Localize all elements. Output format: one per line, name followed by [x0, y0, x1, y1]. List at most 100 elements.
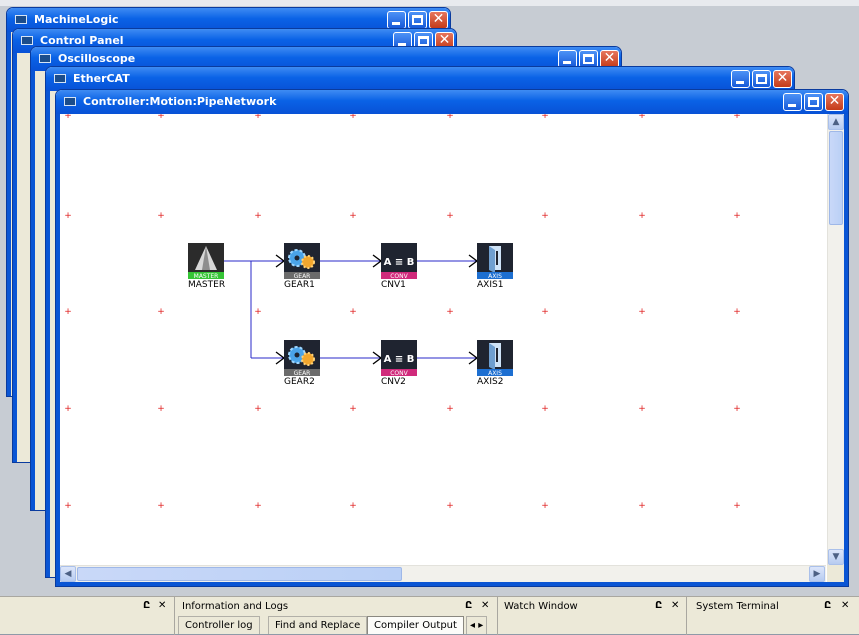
node-axis1[interactable]: AXIS — [477, 243, 513, 279]
close-button[interactable]: ✕ — [825, 93, 844, 111]
node-label: AXIS2 — [477, 377, 504, 387]
node-badge: AXIS — [488, 370, 502, 376]
window-pipe-network[interactable]: Controller:Motion:PipeNetwork ✕ + + + + + + + +… — [55, 89, 849, 587]
node-label: GEAR1 — [284, 280, 315, 290]
node-master[interactable]: MASTER — [188, 243, 224, 279]
svg-text:A ≡ B: A ≡ B — [384, 257, 415, 268]
window-icon — [39, 54, 51, 63]
node-badge: MASTER — [194, 273, 219, 279]
tab-find-and-replace[interactable]: Find and Replace — [268, 616, 368, 634]
tab-scroll-arrows[interactable]: ◂ ▸ — [466, 616, 488, 634]
information-and-logs-header: Information and Logs Ը ✕ — [174, 597, 497, 616]
node-axis2[interactable]: AXIS — [477, 340, 513, 376]
window-pipe-network-titlebar[interactable]: Controller:Motion:PipeNetwork ✕ — [56, 90, 848, 114]
minimize-icon — [788, 104, 796, 107]
minimize-button[interactable] — [731, 70, 750, 88]
window-frame-bottom — [56, 582, 848, 586]
dock-panel: Ը ✕ Information and Logs Ը ✕ Controller … — [0, 596, 859, 635]
close-icon[interactable]: ✕ — [671, 600, 679, 611]
minimize-button[interactable] — [783, 93, 802, 111]
window-title: EtherCAT — [73, 72, 130, 85]
conv-icon: A ≡ B CONV — [381, 243, 417, 279]
horizontal-scroll-thumb[interactable] — [77, 567, 402, 581]
pin-icon[interactable]: Ը — [655, 600, 662, 611]
horizontal-scrollbar[interactable]: ◀ ▶ — [60, 565, 826, 582]
system-terminal-title: System Terminal — [696, 601, 779, 612]
close-icon[interactable]: ✕ — [481, 600, 489, 611]
tab-compiler-output[interactable]: Compiler Output — [367, 616, 464, 634]
close-icon: ✕ — [776, 70, 789, 86]
window-title: MachineLogic — [34, 13, 119, 26]
window-icon — [21, 36, 33, 45]
node-badge: CONV — [390, 370, 408, 376]
window-icon — [64, 97, 76, 106]
close-button[interactable]: ✕ — [773, 70, 792, 88]
dock-left-pane-header: Ը ✕ — [0, 597, 174, 616]
workspace-top-strip — [0, 0, 859, 6]
system-terminal-header: System Terminal Ը ✕ — [686, 597, 859, 616]
node-badge: CONV — [390, 273, 408, 279]
scrollbar-corner — [827, 565, 844, 582]
minimize-icon — [392, 22, 400, 25]
node-badge: AXIS — [488, 273, 502, 279]
maximize-icon — [418, 36, 429, 46]
node-label: AXIS1 — [477, 280, 504, 290]
close-icon[interactable]: ✕ — [841, 600, 849, 611]
master-icon: MASTER — [188, 243, 224, 279]
information-and-logs-tabs: Controller log Find and Replace Compiler… — [174, 616, 497, 635]
tab-controller-log[interactable]: Controller log — [178, 616, 260, 634]
maximize-button[interactable] — [804, 93, 823, 111]
vertical-scroll-thumb[interactable] — [829, 131, 843, 225]
minimize-icon — [563, 61, 571, 64]
close-icon: ✕ — [432, 11, 445, 27]
axis-icon: AXIS — [477, 340, 513, 376]
gear-icon: GEAR — [284, 340, 320, 376]
maximize-icon — [756, 74, 767, 84]
watch-window-header: Watch Window Ը ✕ — [497, 597, 686, 616]
scroll-down-button[interactable]: ▼ — [828, 549, 844, 565]
node-label: CNV1 — [381, 280, 406, 290]
window-icon — [54, 74, 66, 83]
scroll-up-button[interactable]: ▲ — [828, 114, 844, 130]
window-title: Controller:Motion:PipeNetwork — [83, 95, 277, 108]
link-layer — [224, 254, 479, 365]
window-title: Oscilloscope — [58, 52, 136, 65]
svg-text:A ≡ B: A ≡ B — [384, 354, 415, 365]
window-frame-right — [844, 114, 848, 586]
close-icon[interactable]: ✕ — [158, 600, 166, 611]
node-badge: GEAR — [294, 273, 311, 279]
pipe-network-view: + + + + + + + + + + + + + + + + + + + + + + + + + + + + + + + + + + + + + + + +… — [60, 114, 844, 582]
pin-icon[interactable]: Ը — [465, 600, 472, 611]
minimize-button[interactable] — [387, 11, 406, 29]
close-button[interactable]: ✕ — [429, 11, 448, 29]
node-cnv2[interactable]: A ≡ B CONV — [381, 340, 417, 376]
pin-icon[interactable]: Ը — [824, 600, 831, 611]
node-label: GEAR2 — [284, 377, 315, 387]
maximize-icon — [808, 97, 819, 107]
maximize-button[interactable] — [408, 11, 427, 29]
axis-icon: AXIS — [477, 243, 513, 279]
pipe-network-canvas[interactable]: + + + + + + + + + + + + + + + + + + + + + + + + + + + + + + + + + + + + + + + +… — [60, 114, 826, 566]
window-icon — [15, 15, 27, 24]
maximize-icon — [412, 15, 423, 25]
maximize-button[interactable] — [752, 70, 771, 88]
vertical-scrollbar[interactable]: ▲ ▼ — [827, 114, 844, 566]
maximize-icon — [583, 54, 594, 64]
node-badge: GEAR — [294, 370, 311, 376]
pin-icon[interactable]: Ը — [143, 600, 150, 611]
scroll-right-button[interactable]: ▶ — [809, 566, 825, 582]
node-gear2[interactable]: GEAR — [284, 340, 320, 376]
close-icon: ✕ — [828, 93, 841, 109]
minimize-icon — [736, 81, 744, 84]
scroll-left-button[interactable]: ◀ — [60, 566, 76, 582]
node-label: CNV2 — [381, 377, 406, 387]
close-icon: ✕ — [603, 50, 616, 66]
gear-icon: GEAR — [284, 243, 320, 279]
node-label: MASTER — [188, 280, 226, 290]
window-ethercat-titlebar[interactable]: EtherCAT ✕ — [46, 67, 794, 91]
node-cnv1[interactable]: A ≡ B CONV — [381, 243, 417, 279]
conv-icon: A ≡ B CONV — [381, 340, 417, 376]
node-gear1[interactable]: GEAR — [284, 243, 320, 279]
information-and-logs-title: Information and Logs — [182, 601, 289, 612]
watch-window-title: Watch Window — [504, 601, 578, 612]
